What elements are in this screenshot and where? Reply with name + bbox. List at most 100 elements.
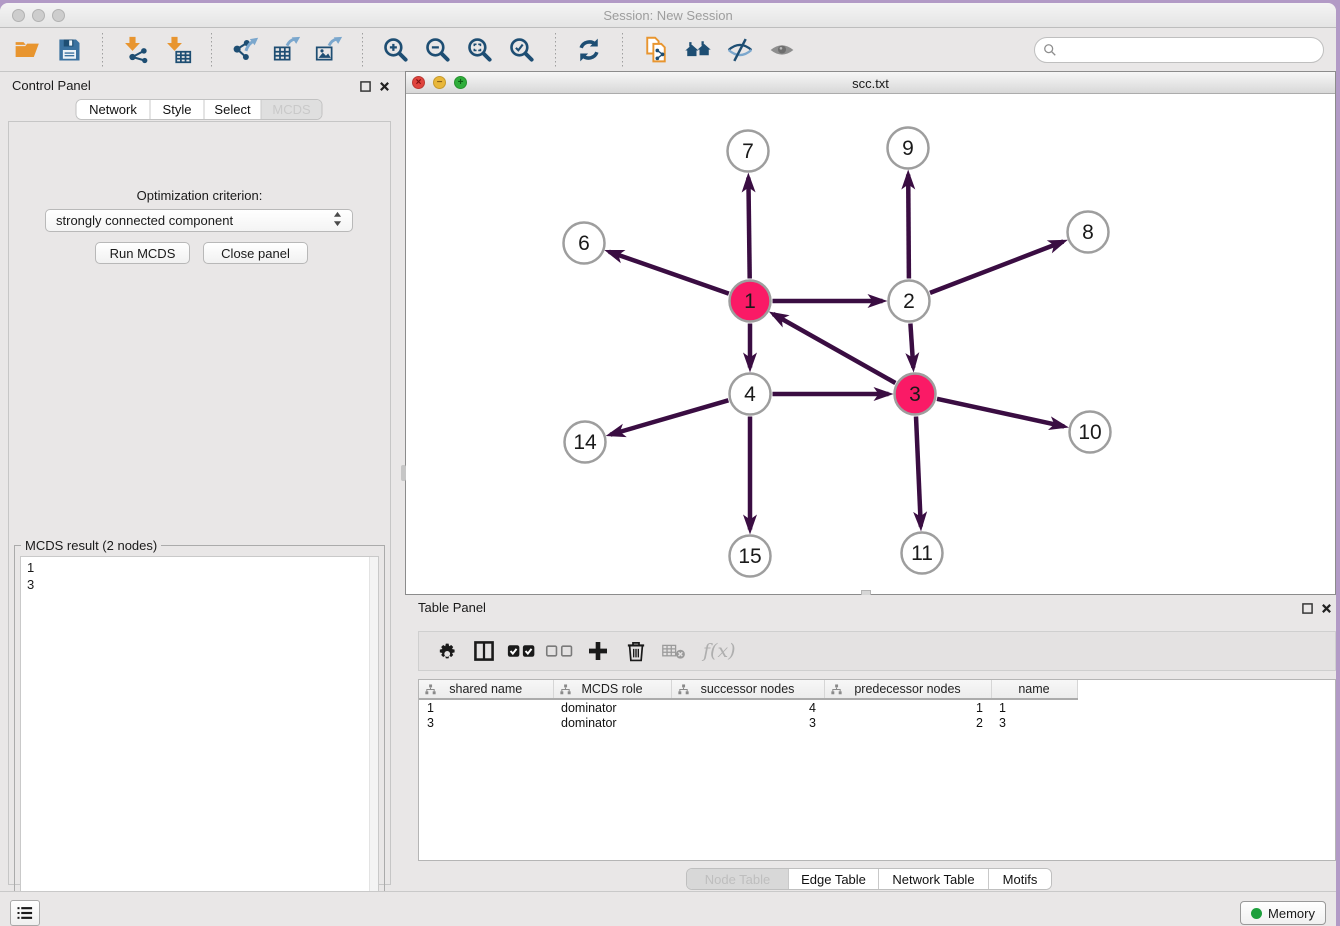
edge-1-7[interactable] — [748, 178, 749, 279]
delete-column-icon[interactable] — [621, 638, 651, 664]
refresh-icon[interactable] — [574, 35, 604, 65]
memory-button[interactable]: Memory — [1240, 901, 1326, 925]
fx-label: f(x) — [703, 640, 736, 662]
network-view-window: × − + scc.txt 7 9 6 8 1 2 4 3 14 10 15 11 — [405, 71, 1336, 595]
cell-name[interactable]: 3 — [991, 715, 1077, 731]
edge-3-10[interactable] — [937, 399, 1064, 427]
node-15[interactable]: 15 — [730, 536, 771, 577]
tab-network[interactable]: Network — [77, 100, 151, 119]
mcds-result-group: MCDS result (2 nodes) 13 — [14, 545, 385, 923]
node-1[interactable]: 1 — [730, 281, 771, 322]
run-mcds-button[interactable]: Run MCDS — [95, 242, 190, 264]
tab-network-table[interactable]: Network Table — [879, 869, 989, 889]
node-3[interactable]: 3 — [895, 374, 936, 415]
network-view-title: scc.txt — [406, 76, 1335, 91]
search-input[interactable] — [1063, 42, 1315, 57]
column-header-MCDS-role[interactable]: MCDS role — [553, 680, 671, 699]
node-7[interactable]: 7 — [728, 131, 769, 172]
table-row[interactable]: 1dominator411 — [419, 699, 1077, 715]
select-all-checkbox-icon[interactable] — [507, 638, 537, 664]
table-tab-area: Node TableEdge TableNetwork TableMotifs — [398, 868, 1336, 890]
cell-MCDS-role[interactable]: dominator — [553, 715, 671, 731]
node-2[interactable]: 2 — [889, 281, 930, 322]
edge-2-9[interactable] — [908, 175, 909, 279]
mcds-result-line: 3 — [27, 576, 372, 593]
cell-predecessor-nodes[interactable]: 1 — [824, 699, 991, 715]
search-box[interactable] — [1034, 37, 1324, 63]
save-session-icon[interactable] — [54, 35, 84, 65]
node-6[interactable]: 6 — [564, 223, 605, 264]
edge-4-14[interactable] — [610, 400, 728, 434]
add-column-icon[interactable] — [583, 638, 613, 664]
table-row[interactable]: 3dominator323 — [419, 715, 1077, 731]
import-network-icon[interactable] — [121, 35, 151, 65]
node-10[interactable]: 10 — [1070, 412, 1111, 453]
gear-icon[interactable] — [431, 638, 461, 664]
window-title: Session: New Session — [0, 8, 1336, 23]
tab-edge-table[interactable]: Edge Table — [789, 869, 879, 889]
mcds-result-text[interactable]: 13 — [20, 556, 379, 917]
toolbar-separator — [555, 33, 556, 67]
titlebar: Session: New Session — [0, 3, 1336, 28]
node-14[interactable]: 14 — [565, 422, 606, 463]
edge-3-1[interactable] — [773, 314, 895, 383]
clone-network-icon[interactable] — [641, 35, 671, 65]
tab-mcds[interactable]: MCDS — [262, 100, 322, 119]
close-table-panel-icon[interactable] — [1319, 601, 1333, 615]
toggle-graphics-icon[interactable] — [725, 35, 755, 65]
network-canvas[interactable]: 7 9 6 8 1 2 4 3 14 10 15 11 — [406, 94, 1335, 594]
node-table: shared nameMCDS rolesuccessor nodesprede… — [419, 680, 1078, 731]
edge-3-11[interactable] — [916, 417, 921, 527]
mcds-result-title: MCDS result (2 nodes) — [21, 538, 161, 553]
export-image-icon[interactable] — [314, 35, 344, 65]
cell-successor-nodes[interactable]: 3 — [671, 715, 824, 731]
tab-select[interactable]: Select — [205, 100, 262, 119]
export-table-icon[interactable] — [272, 35, 302, 65]
zoom-in-icon[interactable] — [381, 35, 411, 65]
close-panel-button[interactable]: Close panel — [203, 242, 308, 264]
column-header-predecessor-nodes[interactable]: predecessor nodes — [824, 680, 991, 699]
tab-node-table[interactable]: Node Table — [687, 869, 789, 889]
open-session-icon[interactable] — [12, 35, 42, 65]
zoom-out-icon[interactable] — [423, 35, 453, 65]
column-header-shared-name[interactable]: shared name — [419, 680, 553, 699]
edge-2-3[interactable] — [910, 324, 913, 368]
cell-MCDS-role[interactable]: dominator — [553, 699, 671, 715]
zoom-selected-icon[interactable] — [507, 35, 537, 65]
node-label: 9 — [902, 137, 914, 160]
toolbar-separator — [622, 33, 623, 67]
show-all-windows-icon[interactable] — [683, 35, 713, 65]
edge-2-8[interactable] — [930, 242, 1063, 293]
splitter-handle[interactable] — [401, 465, 406, 481]
network-window-titlebar[interactable]: × − + scc.txt — [406, 72, 1335, 94]
cell-predecessor-nodes[interactable]: 2 — [824, 715, 991, 731]
split-panel-icon[interactable] — [469, 638, 499, 664]
scrollbar-track[interactable] — [369, 557, 378, 916]
criterion-select[interactable]: strongly connected component — [45, 209, 353, 232]
node-8[interactable]: 8 — [1068, 212, 1109, 253]
export-network-icon[interactable] — [230, 35, 260, 65]
tab-motifs[interactable]: Motifs — [989, 869, 1051, 889]
column-label: name — [1018, 682, 1049, 696]
list-icon — [15, 903, 35, 923]
close-panel-icon[interactable] — [377, 79, 391, 93]
node-11[interactable]: 11 — [902, 533, 943, 574]
zoom-fit-icon[interactable] — [465, 35, 495, 65]
float-panel-icon[interactable] — [358, 79, 372, 93]
node-4[interactable]: 4 — [730, 374, 771, 415]
cell-name[interactable]: 1 — [991, 699, 1077, 715]
task-history-button[interactable] — [10, 900, 40, 926]
float-table-panel-icon[interactable] — [1300, 601, 1314, 615]
deselect-all-checkbox-icon[interactable] — [545, 638, 575, 664]
column-header-name[interactable]: name — [991, 680, 1077, 699]
column-header-successor-nodes[interactable]: successor nodes — [671, 680, 824, 699]
node-9[interactable]: 9 — [888, 128, 929, 169]
import-table-icon[interactable] — [163, 35, 193, 65]
node-label: 8 — [1082, 221, 1094, 244]
cell-shared-name[interactable]: 1 — [419, 699, 553, 715]
cell-successor-nodes[interactable]: 4 — [671, 699, 824, 715]
cell-shared-name[interactable]: 3 — [419, 715, 553, 731]
edge-1-6[interactable] — [609, 252, 729, 294]
table-tab-bar: Node TableEdge TableNetwork TableMotifs — [686, 868, 1052, 890]
tab-style[interactable]: Style — [151, 100, 205, 119]
